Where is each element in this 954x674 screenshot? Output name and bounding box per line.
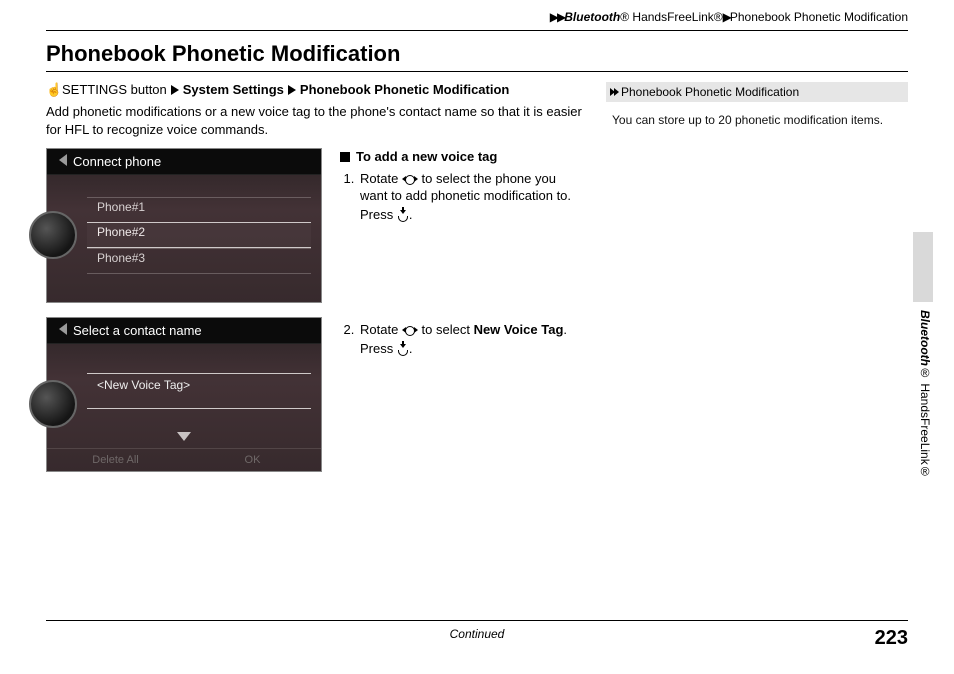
instr-heading-text: To add a new voice tag	[356, 149, 497, 164]
page-title: Phonebook Phonetic Modification	[46, 41, 908, 67]
dial-knob-icon	[29, 380, 77, 428]
page-footer: Continued 223	[46, 620, 908, 650]
list-item: Phone#3	[87, 248, 311, 274]
dial-knob-icon	[29, 211, 77, 259]
ok-button: OK	[184, 449, 321, 471]
press-dial-icon	[397, 208, 409, 222]
step1-a: Rotate	[360, 171, 402, 186]
press-dial-icon	[397, 342, 409, 356]
nav-system-settings: System Settings	[183, 82, 284, 97]
nav-current: Phonebook Phonetic Modification	[300, 82, 509, 97]
sidebar-heading: Phonebook Phonetic Modification	[606, 82, 908, 102]
section-side-label: Bluetooth® HandsFreeLink®	[918, 310, 932, 479]
side-label-reg: ®	[918, 366, 932, 380]
title-rule	[46, 71, 908, 72]
list-item: Phone#2	[87, 222, 311, 248]
navigation-path: SETTINGS button System Settings Phoneboo…	[46, 82, 586, 97]
side-label-rest: HandsFreeLink®	[918, 380, 932, 479]
screen1-title: Connect phone	[73, 154, 161, 169]
continued-label: Continued	[450, 627, 505, 641]
step-2: Rotate to select New Voice Tag. Press .	[358, 321, 586, 357]
back-icon	[53, 154, 67, 166]
breadcrumb-arrows: ▶▶	[550, 10, 564, 24]
delete-all-button: Delete All	[47, 449, 184, 471]
rotate-dial-icon	[402, 173, 418, 186]
step-1: Rotate to select the phone you want to a…	[358, 170, 586, 224]
chevron-right-icon	[288, 85, 296, 95]
side-label-bluetooth: Bluetooth	[918, 310, 932, 366]
step2-bold: New Voice Tag	[474, 322, 564, 337]
step2-b: to select	[418, 322, 474, 337]
new-voice-tag-item: <New Voice Tag>	[87, 373, 311, 409]
page-number: 223	[875, 627, 908, 650]
breadcrumb: ▶▶Bluetooth® HandsFreeLink®▶Phonebook Ph…	[46, 10, 908, 30]
breadcrumb-handsfree: HandsFreeLink®	[629, 10, 723, 24]
breadcrumb-reg1: ®	[620, 10, 629, 24]
screenshot-select-contact: Select a contact name <New Voice Tag> De…	[46, 317, 322, 472]
breadcrumb-bluetooth: Bluetooth	[564, 10, 620, 24]
breadcrumb-sep: ▶	[723, 10, 730, 24]
step2-a: Rotate	[360, 322, 402, 337]
chevron-right-icon	[171, 85, 179, 95]
list-item: Phone#1	[87, 197, 311, 222]
step2-d: .	[409, 341, 413, 356]
screenshot-connect-phone: Connect phone Phone#1 Phone#2 Phone#3	[46, 148, 322, 303]
screen2-title: Select a contact name	[73, 323, 202, 338]
sidebar-title: Phonebook Phonetic Modification	[621, 85, 799, 99]
top-rule	[46, 30, 908, 31]
sidebar-note: You can store up to 20 phonetic modifica…	[606, 102, 908, 139]
settings-button-icon	[46, 83, 58, 97]
phone-list: Phone#1 Phone#2 Phone#3	[87, 197, 311, 274]
step1-c: .	[409, 207, 413, 222]
section-tab	[913, 232, 933, 302]
back-icon	[53, 323, 67, 335]
instruction-heading: To add a new voice tag	[340, 148, 586, 166]
nav-settings: SETTINGS button	[62, 82, 167, 97]
rotate-dial-icon	[402, 324, 418, 337]
intro-text: Add phonetic modifications or a new voic…	[46, 103, 586, 138]
breadcrumb-current: Phonebook Phonetic Modification	[730, 10, 908, 24]
chevron-right-icon	[614, 88, 619, 96]
square-bullet-icon	[340, 152, 350, 162]
scroll-down-icon	[177, 432, 191, 441]
